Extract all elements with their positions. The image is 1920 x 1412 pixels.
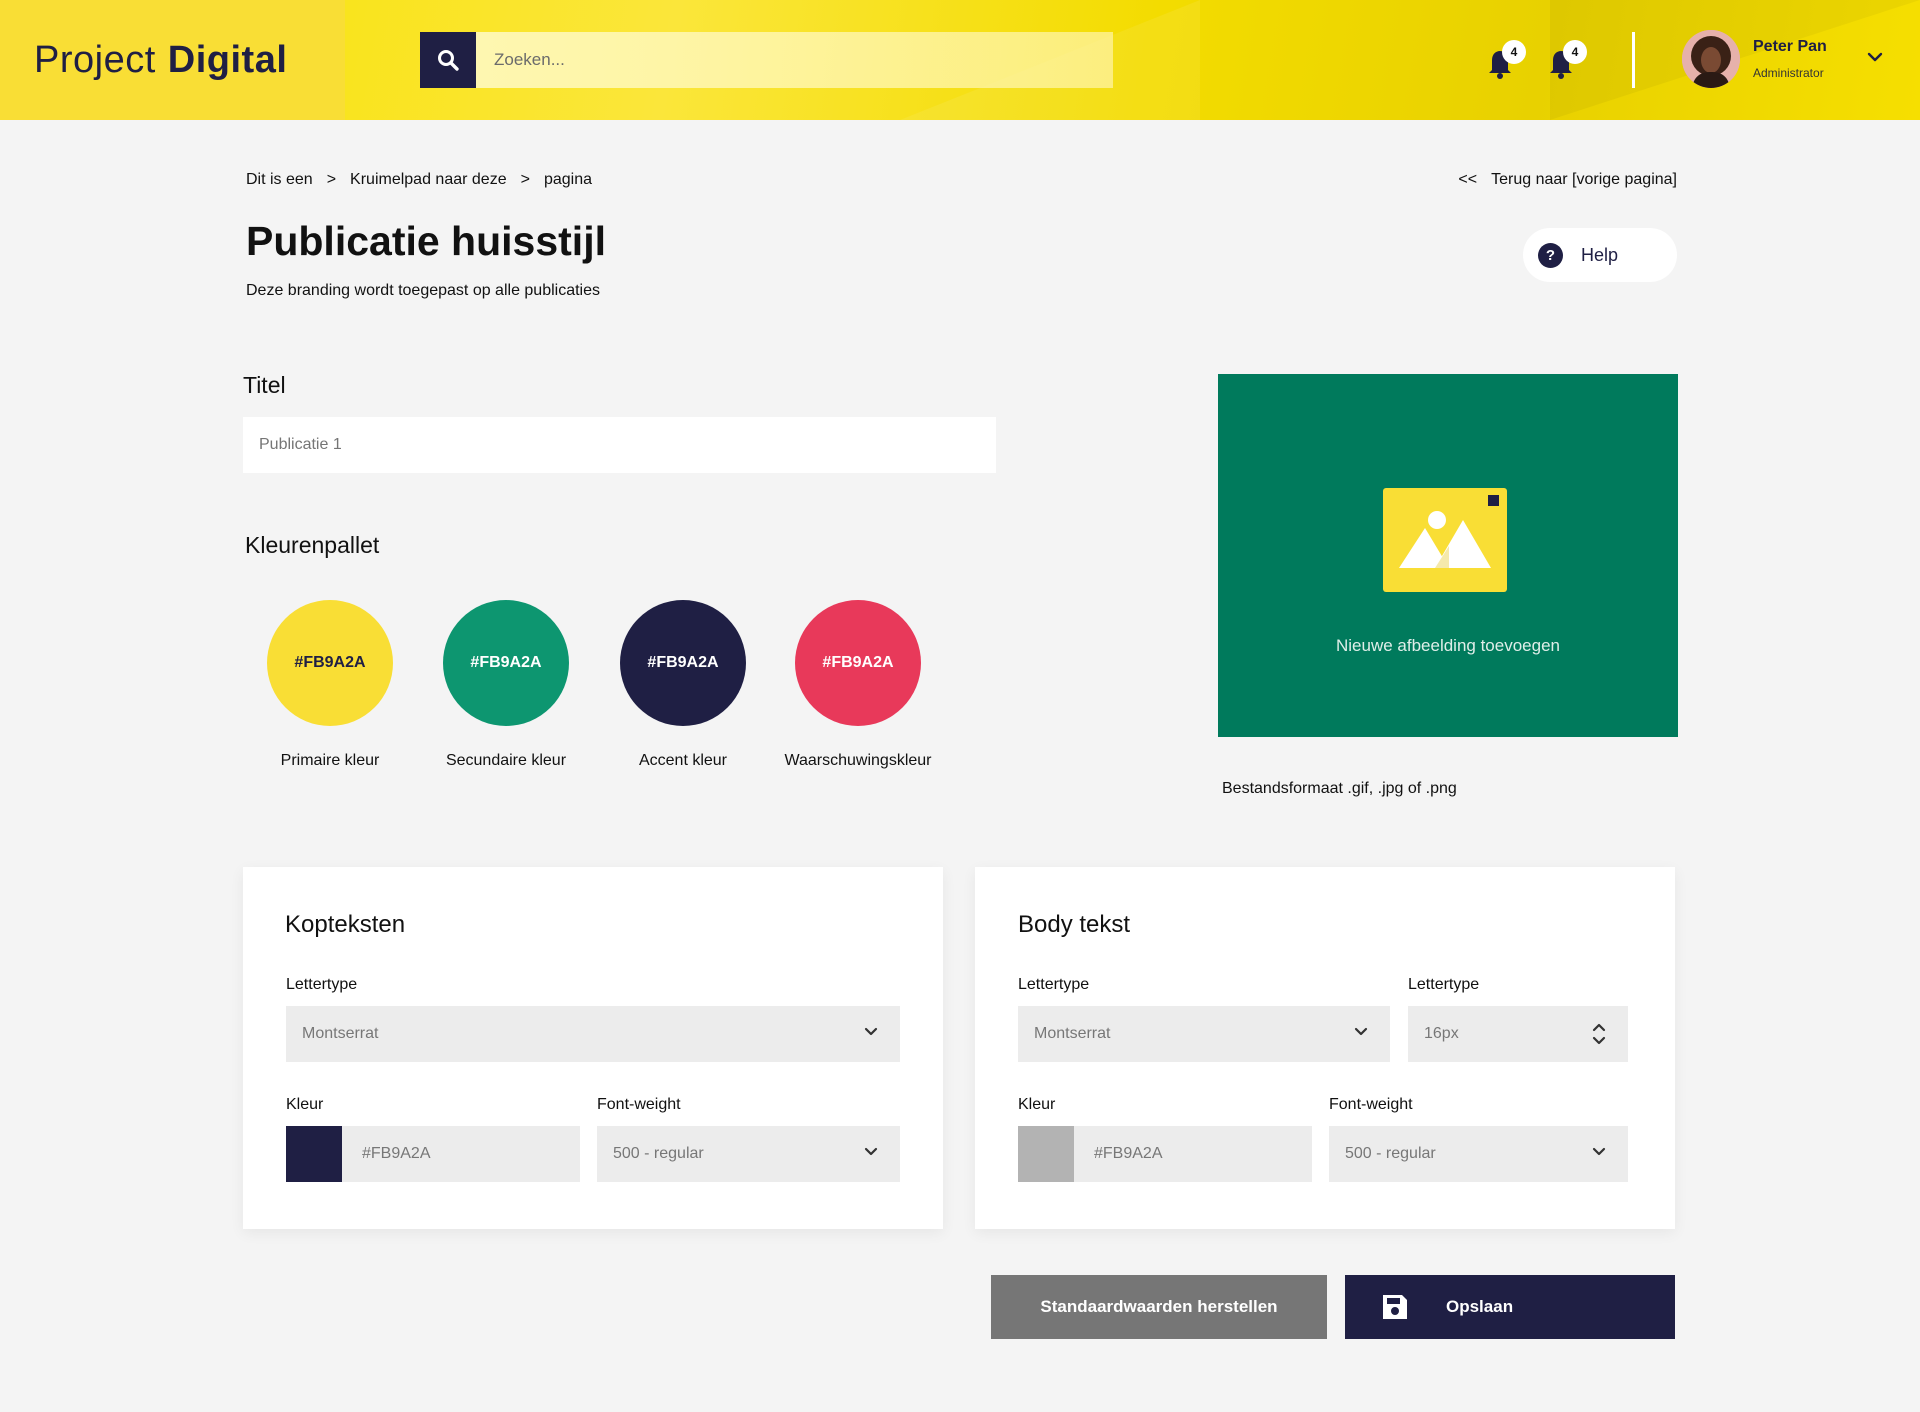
- body-size-value: 16px: [1424, 1025, 1459, 1042]
- image-upload-label: Nieuwe afbeelding toevoegen: [1335, 636, 1560, 655]
- body-color-label: Kleur: [1018, 1096, 1056, 1113]
- avatar[interactable]: [1682, 30, 1740, 88]
- stepper-updown-icon[interactable]: [1592, 1022, 1606, 1046]
- headings-weight-label: Font-weight: [597, 1096, 681, 1113]
- body-size-stepper[interactable]: 16px: [1408, 1006, 1628, 1062]
- logo-text-light: Project: [34, 38, 156, 81]
- headings-font-label: Lettertype: [286, 976, 358, 993]
- swatch-hex: #FB9A2A: [822, 654, 894, 671]
- body-font-label: Lettertype: [1018, 976, 1090, 993]
- headings-color-label: Kleur: [286, 1096, 324, 1113]
- save-icon: [1383, 1295, 1407, 1319]
- chevron-down-icon: [1354, 1027, 1368, 1036]
- headings-card-title: Kopteksten: [285, 911, 406, 938]
- header-divider: [1632, 32, 1635, 88]
- search-icon: [438, 50, 459, 71]
- notification-button[interactable]: 4: [1545, 40, 1587, 84]
- help-icon: ?: [1538, 242, 1563, 268]
- swatch-accent[interactable]: #FB9A2A: [620, 600, 746, 726]
- top-header: Project Digital 4 4: [0, 0, 1920, 120]
- search-bar: [420, 32, 1113, 88]
- swatch-primary[interactable]: #FB9A2A: [267, 600, 393, 726]
- swatch-secondary[interactable]: #FB9A2A: [443, 600, 569, 726]
- body-card: Body tekst Lettertype Montserrat Lettert…: [975, 867, 1675, 1229]
- back-arrow-icon: <<: [1458, 171, 1478, 188]
- breadcrumb-separator: >: [326, 171, 337, 188]
- file-format-hint: Bestandsformaat .gif, .jpg of .png: [1222, 780, 1457, 797]
- title-input[interactable]: [243, 417, 996, 473]
- headings-card: Kopteksten Lettertype Montserrat Kleur #…: [243, 867, 943, 1229]
- swatch-label-secondary: Secundaire kleur: [445, 752, 567, 769]
- body-font-value: Montserrat: [1034, 1025, 1111, 1042]
- back-link[interactable]: << Terug naar [vorige pagina]: [1458, 171, 1677, 189]
- swatch-label-accent: Accent kleur: [638, 752, 728, 769]
- search-button[interactable]: [420, 32, 476, 88]
- breadcrumb-item-current: pagina: [543, 171, 592, 188]
- body-size-label: Lettertype: [1408, 976, 1480, 993]
- logo[interactable]: Project Digital: [0, 0, 345, 120]
- save-button[interactable]: Opslaan: [1345, 1275, 1675, 1339]
- swatch-hex: #FB9A2A: [470, 654, 542, 671]
- breadcrumb-separator: >: [520, 171, 530, 188]
- swatch-label-warning: Waarschuwingskleur: [784, 752, 932, 769]
- page-subtitle: Deze branding wordt toegepast op alle pu…: [246, 282, 601, 299]
- swatch-warning[interactable]: #FB9A2A: [795, 600, 921, 726]
- swatch-label-primary: Primaire kleur: [280, 752, 380, 769]
- body-weight-label: Font-weight: [1329, 1096, 1413, 1113]
- color-chip[interactable]: [286, 1126, 342, 1182]
- breadcrumb-item[interactable]: Dit is een: [246, 171, 313, 189]
- swatch-hex: #FB9A2A: [294, 654, 366, 671]
- breadcrumb-item[interactable]: Kruimelpad naar deze: [350, 171, 507, 189]
- body-weight-select[interactable]: 500 - regular: [1329, 1126, 1628, 1182]
- reset-defaults-button[interactable]: Standaardwaarden herstellen: [991, 1275, 1327, 1339]
- chevron-down-icon: [1592, 1147, 1606, 1156]
- notification-badge: 4: [1502, 40, 1526, 64]
- headings-weight-value: 500 - regular: [613, 1145, 704, 1162]
- headings-font-value: Montserrat: [302, 1025, 379, 1042]
- image-icon: [1383, 488, 1507, 592]
- headings-weight-select[interactable]: 500 - regular: [597, 1126, 900, 1182]
- user-name[interactable]: Peter Pan: [1753, 38, 1827, 56]
- avatar-image: [1682, 30, 1740, 88]
- body-font-select[interactable]: Montserrat: [1018, 1006, 1390, 1062]
- headings-color-value: #FB9A2A: [362, 1145, 431, 1162]
- back-link-label: Terug naar [vorige pagina]: [1491, 171, 1677, 188]
- logo-text-bold: Digital: [167, 38, 288, 81]
- headings-color-field[interactable]: #FB9A2A: [286, 1126, 580, 1182]
- user-role: Administrator: [1753, 66, 1824, 80]
- body-card-title: Body tekst: [1018, 911, 1131, 938]
- chevron-down-icon[interactable]: [1866, 50, 1884, 64]
- body-color-field[interactable]: #FB9A2A: [1018, 1126, 1312, 1182]
- palette-section-label: Kleurenpallet: [245, 532, 380, 558]
- help-label: Help: [1581, 244, 1619, 265]
- help-button[interactable]: ? Help: [1523, 228, 1677, 282]
- swatch-hex: #FB9A2A: [647, 654, 719, 671]
- notification-button[interactable]: 4: [1484, 40, 1526, 84]
- chevron-down-icon: [864, 1147, 878, 1156]
- body-color-value: #FB9A2A: [1094, 1145, 1163, 1162]
- image-upload-area[interactable]: Nieuwe afbeelding toevoegen: [1218, 374, 1678, 737]
- body-weight-value: 500 - regular: [1345, 1145, 1436, 1162]
- page-title: Publicatie huisstijl: [246, 218, 606, 264]
- headings-font-select[interactable]: Montserrat: [286, 1006, 900, 1062]
- search-input[interactable]: [476, 32, 1113, 88]
- title-section-label: Titel: [243, 372, 286, 398]
- notification-badge: 4: [1563, 40, 1587, 64]
- save-label: Opslaan: [1446, 1297, 1514, 1316]
- color-chip[interactable]: [1018, 1126, 1074, 1182]
- chevron-down-icon: [864, 1027, 878, 1036]
- breadcrumb: Dit is een > Kruimelpad naar deze > pagi…: [246, 171, 592, 189]
